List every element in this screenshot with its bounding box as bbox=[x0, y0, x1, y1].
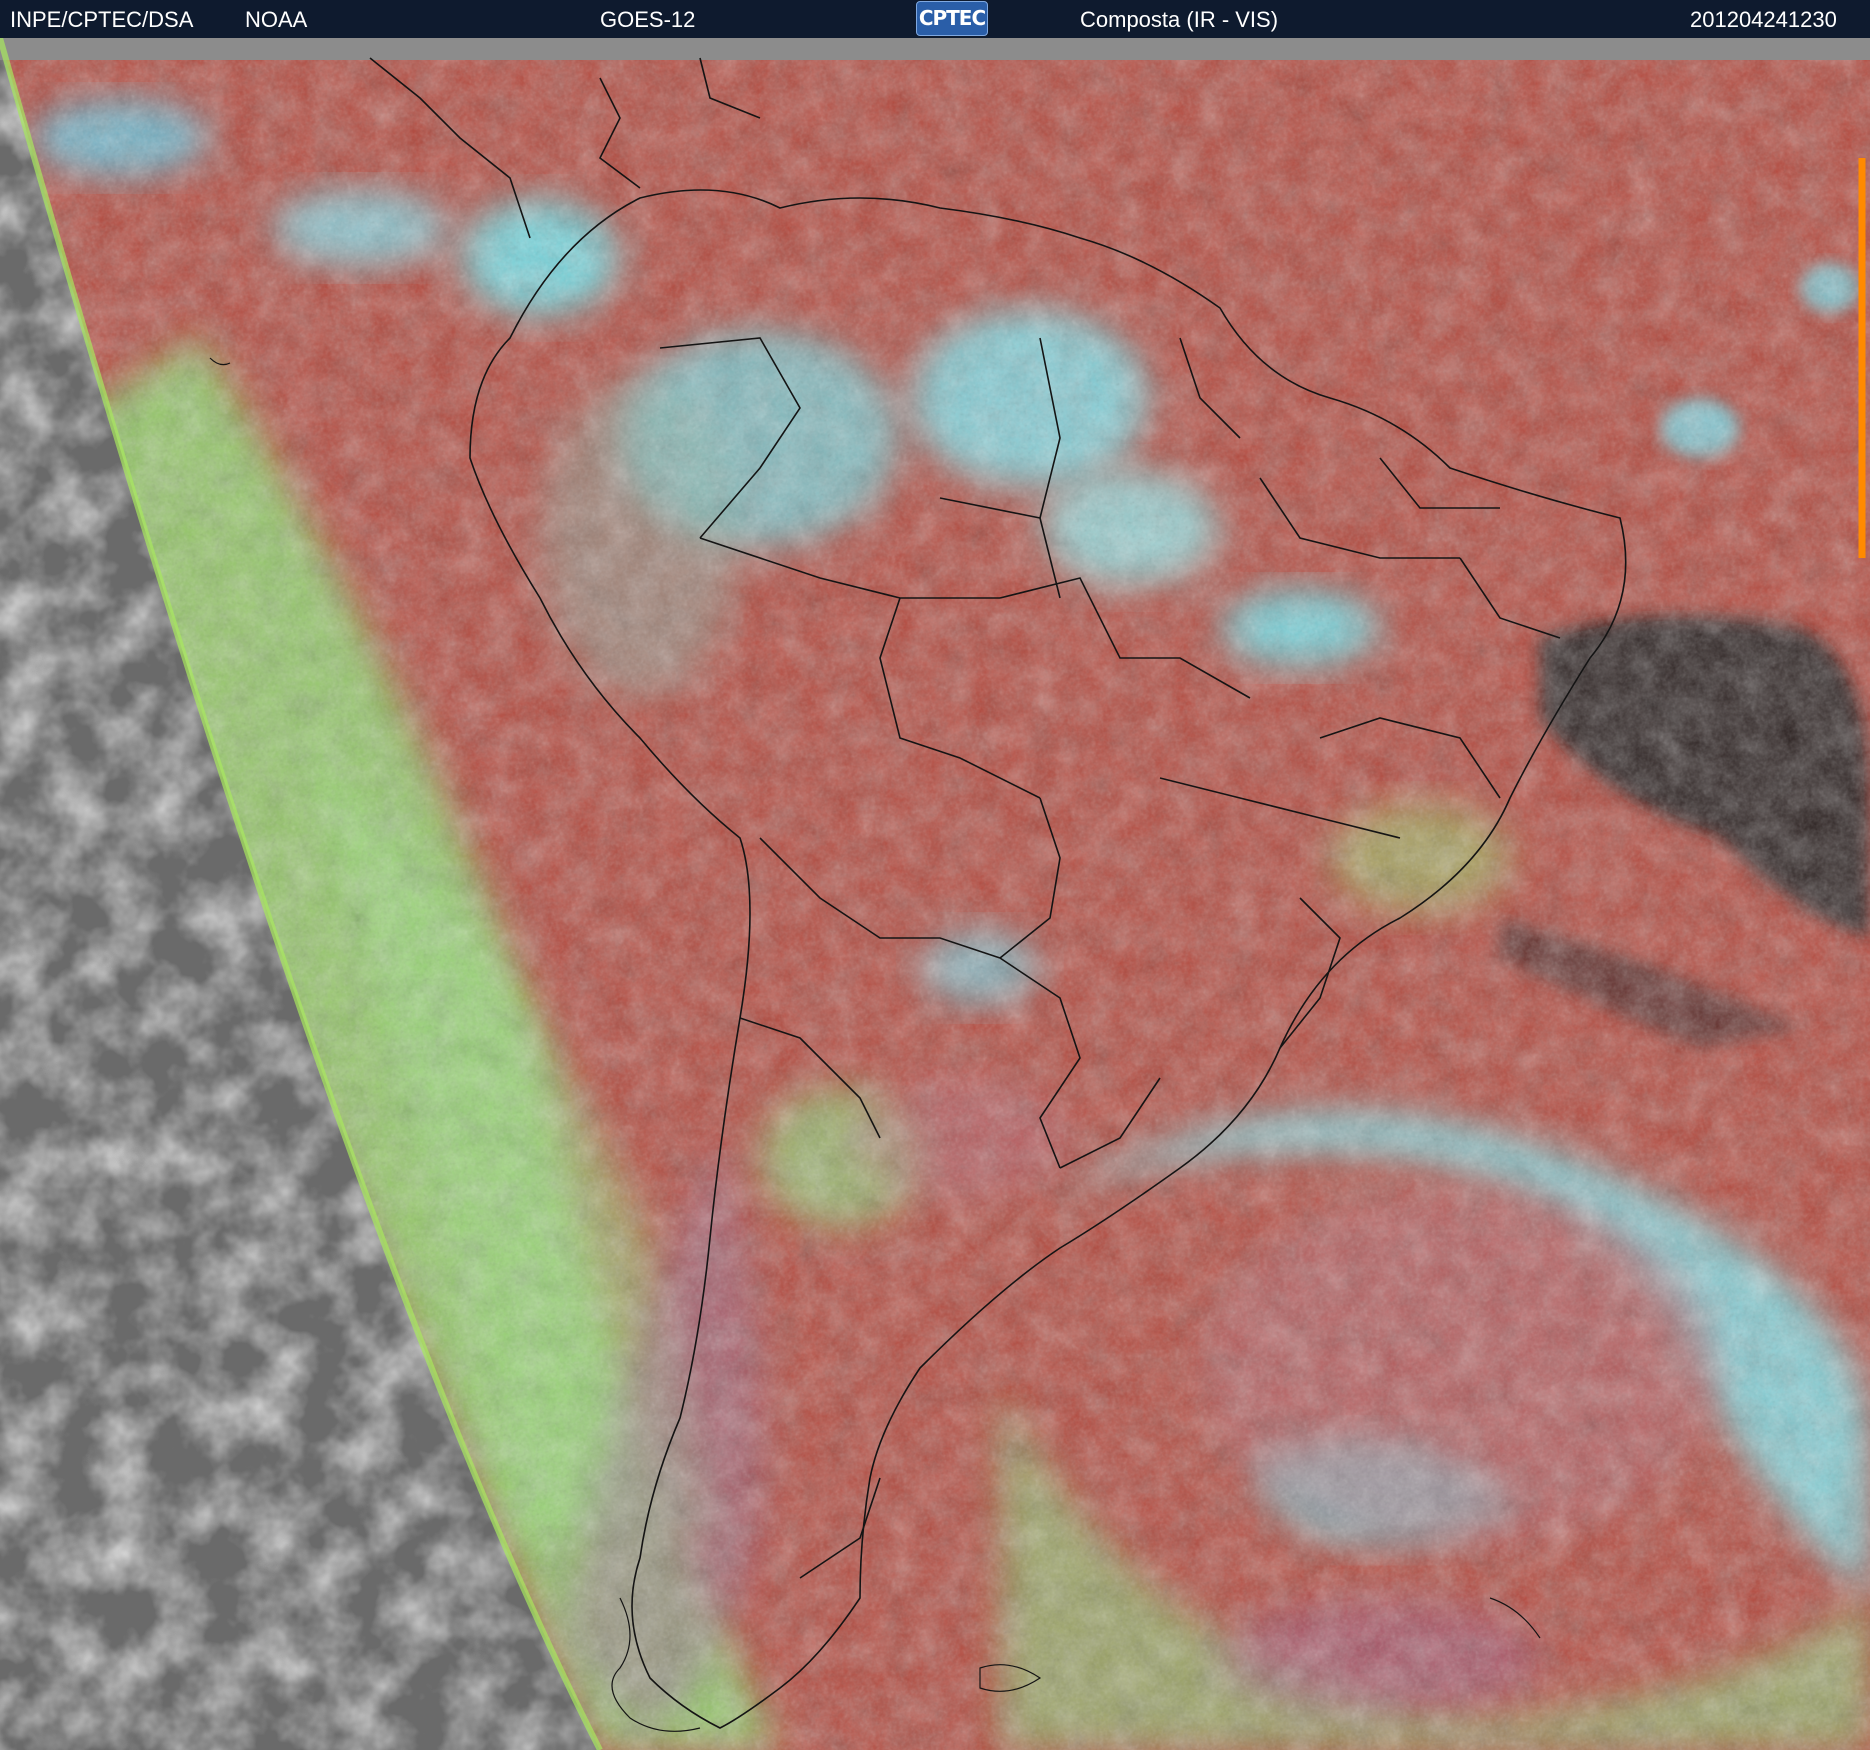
title-bar: INPE/CPTEC/DSA NOAA GOES-12 CPTEC Compos… bbox=[0, 0, 1870, 38]
satellite-label: GOES-12 bbox=[600, 7, 696, 32]
source-label: INPE/CPTEC/DSA bbox=[10, 7, 194, 32]
product-label: Composta (IR - VIS) bbox=[1080, 7, 1279, 32]
satellite-composite-image bbox=[0, 38, 1870, 1750]
agency-label: NOAA bbox=[245, 7, 308, 32]
top-strip bbox=[0, 38, 1870, 60]
timestamp-label: 201204241230 bbox=[1690, 7, 1837, 32]
cptec-logo: CPTEC bbox=[916, 1, 988, 36]
